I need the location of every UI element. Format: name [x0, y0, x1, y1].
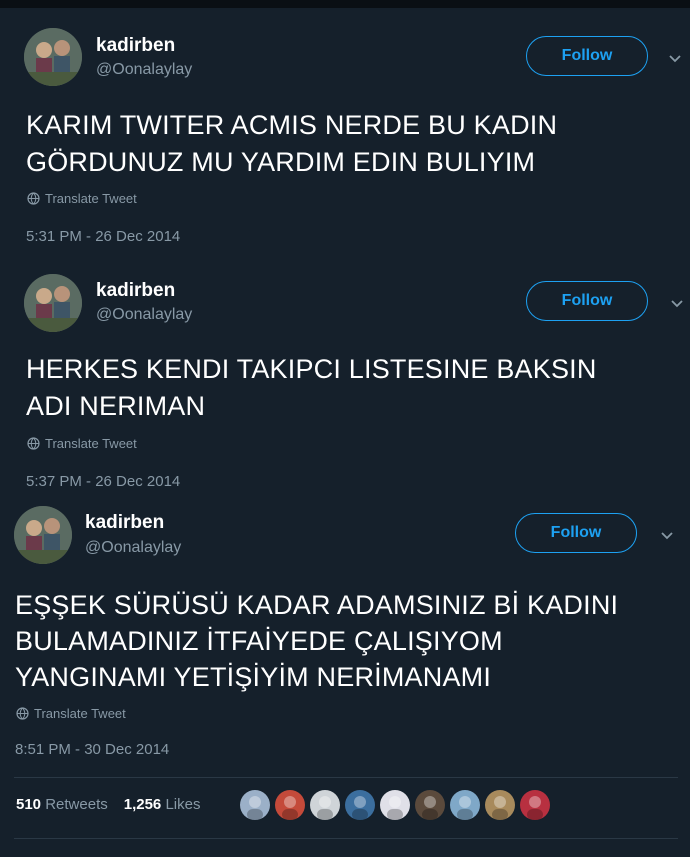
chevron-down-icon[interactable]: [667, 50, 683, 66]
retweets-count: 510: [16, 796, 42, 813]
follow-button[interactable]: Follow: [515, 513, 637, 553]
divider: [14, 777, 678, 778]
likes-label: Likes: [165, 796, 201, 813]
tweet-text-line: HERKES KENDI TAKIPCI LISTESINE BAKSIN: [26, 354, 597, 384]
liker-avatars: [236, 789, 551, 821]
divider: [14, 838, 678, 839]
liker-avatar[interactable]: [379, 789, 411, 821]
tweet-stats: 510 Retweets 1,256 Likes: [16, 796, 210, 813]
retweets-label: Retweets: [45, 796, 108, 813]
retweets-stat[interactable]: 510 Retweets: [16, 796, 108, 813]
avatar[interactable]: [14, 506, 72, 564]
globe-icon: [27, 192, 40, 205]
liker-avatar[interactable]: [414, 789, 446, 821]
user-handle[interactable]: @Oonalaylay: [85, 539, 181, 557]
follow-button[interactable]: Follow: [526, 36, 648, 76]
globe-icon: [16, 707, 29, 720]
avatar[interactable]: [24, 274, 82, 332]
liker-avatar[interactable]: [519, 789, 551, 821]
liker-avatar[interactable]: [344, 789, 376, 821]
tweet-timestamp[interactable]: 5:37 PM - 26 Dec 2014: [26, 473, 180, 490]
liker-avatar[interactable]: [449, 789, 481, 821]
tweet-text-line: KARIM TWITER ACMIS NERDE BU KADIN: [26, 110, 558, 140]
chevron-down-icon[interactable]: [669, 295, 685, 311]
likes-count: 1,256: [123, 796, 162, 813]
liker-avatar[interactable]: [239, 789, 271, 821]
translate-label: Translate Tweet: [45, 436, 137, 451]
tweet-timestamp[interactable]: 8:51 PM - 30 Dec 2014: [15, 741, 169, 758]
translate-tweet-link[interactable]: Translate Tweet: [27, 436, 137, 451]
user-handle[interactable]: @Oonalaylay: [96, 61, 192, 79]
chevron-down-icon[interactable]: [659, 527, 675, 543]
globe-icon: [27, 437, 40, 450]
translate-label: Translate Tweet: [34, 706, 126, 721]
tweet-text-line: BULAMADINIZ İTFAİYEDE ÇALIŞIYOM: [15, 626, 503, 656]
follow-button[interactable]: Follow: [526, 281, 648, 321]
display-name[interactable]: kadirben: [96, 280, 175, 302]
tweet-text-line: ADI NERIMAN: [26, 391, 206, 421]
tweet-text-line: EŞŞEK SÜRÜSÜ KADAR ADAMSINIZ Bİ KADINI: [15, 590, 619, 620]
user-handle[interactable]: @Oonalaylay: [96, 306, 192, 324]
liker-avatar[interactable]: [484, 789, 516, 821]
translate-label: Translate Tweet: [45, 191, 137, 206]
tweet-text-line: GÖRDUNUZ MU YARDIM EDIN BULIYIM: [26, 147, 536, 177]
display-name[interactable]: kadirben: [85, 512, 164, 534]
likes-stat[interactable]: 1,256 Likes: [124, 796, 201, 813]
avatar[interactable]: [24, 28, 82, 86]
liker-avatar[interactable]: [309, 789, 341, 821]
tweet-timestamp[interactable]: 5:31 PM - 26 Dec 2014: [26, 228, 180, 245]
liker-avatar[interactable]: [274, 789, 306, 821]
translate-tweet-link[interactable]: Translate Tweet: [16, 706, 126, 721]
top-bar: [0, 0, 690, 8]
tweet-text-line: YANGINAMI YETİŞİYİM NERİMANAMI: [15, 662, 492, 692]
display-name[interactable]: kadirben: [96, 35, 175, 57]
translate-tweet-link[interactable]: Translate Tweet: [27, 191, 137, 206]
